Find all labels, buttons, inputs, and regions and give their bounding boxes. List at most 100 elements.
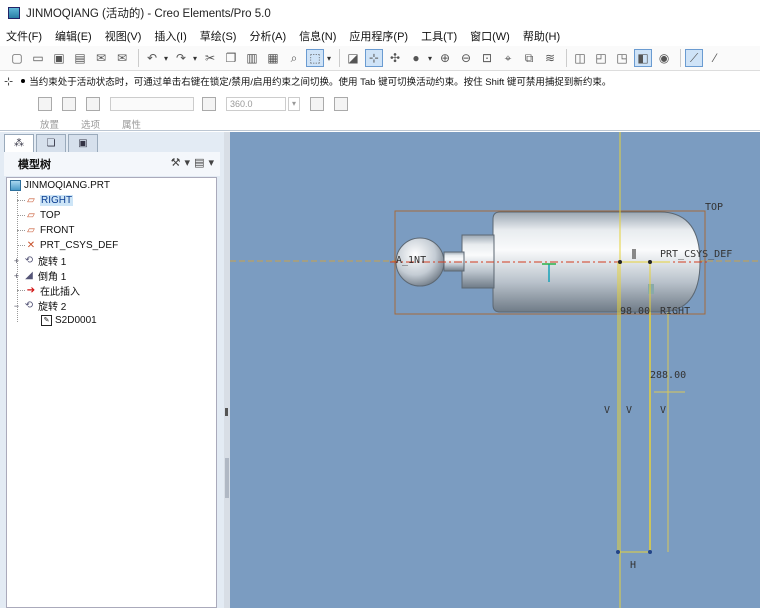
shading-dropdown-icon[interactable]: ▾ <box>428 54 432 63</box>
splitter-grip-icon[interactable] <box>225 408 228 416</box>
model-tree-tools: ⚒ ▾ ▤ ▾ <box>167 156 214 169</box>
menu-view[interactable]: 视图(V) <box>105 28 142 44</box>
favorites-tab-icon[interactable]: ▣ <box>68 134 98 152</box>
tree-item-right[interactable]: ▱ RIGHT <box>25 193 74 208</box>
axis-collector-input[interactable] <box>110 97 194 111</box>
datum-axis-icon[interactable]: ⁄ <box>706 49 724 67</box>
redo-dropdown-icon[interactable]: ▾ <box>193 54 197 63</box>
no-hidden-icon[interactable]: ◳ <box>613 49 631 67</box>
paste-special-icon[interactable]: ▦ <box>264 49 282 67</box>
show-icon[interactable]: ▤ <box>194 156 204 169</box>
angle-type-icon[interactable] <box>202 97 216 111</box>
email-link-icon[interactable]: ✉ <box>113 49 131 67</box>
zoom-in-icon[interactable]: ⊕ <box>436 49 454 67</box>
message-line: ⊹ 当约束处于活动状态时，可通过单击右键在锁定/禁用/启用约束之间切换。使用 T… <box>4 73 754 89</box>
layers-icon[interactable]: ≋ <box>541 49 559 67</box>
cut-icon[interactable]: ✂ <box>201 49 219 67</box>
settings-icon[interactable]: ⚒ <box>171 156 181 169</box>
open-file-icon[interactable]: ▭ <box>29 49 47 67</box>
display-style-icon[interactable]: ◉ <box>655 49 673 67</box>
redo-icon[interactable]: ↷ <box>172 49 190 67</box>
sketch-point <box>618 260 622 264</box>
splitter-knob[interactable] <box>225 458 229 498</box>
orient-icon[interactable]: ⌖ <box>499 49 517 67</box>
model-tree: JINMOQIANG.PRT ▱ RIGHT ▱ TOP ▱ FRONT ✕ P… <box>6 177 217 608</box>
thicken-icon[interactable] <box>334 97 348 111</box>
tree-item-revolve-1[interactable]: + ⟲ 旋转 1 <box>12 253 66 268</box>
tree-item-label: JINMOQIANG.PRT <box>24 180 110 191</box>
menu-file[interactable]: 文件(F) <box>6 28 42 44</box>
horizontal-constraint: H <box>630 560 636 571</box>
menu-help[interactable]: 帮助(H) <box>523 28 560 44</box>
model-canvas[interactable]: TOP PRT_CSYS_DEF A_1NT 98.00 RIGHT 288.0… <box>230 132 760 608</box>
tree-item-revolve-2[interactable]: − ⟲ 旋转 2 <box>12 298 66 313</box>
refit-icon[interactable]: ⊡ <box>478 49 496 67</box>
tree-item-insert-here[interactable]: ➔ 在此插入 <box>25 283 80 298</box>
undo-dropdown-icon[interactable]: ▾ <box>164 54 168 63</box>
tab-properties[interactable]: 属性 <box>122 117 141 131</box>
model-tree-header: 模型树 ⚒ ▾ ▤ ▾ <box>4 152 220 176</box>
angle-value-field[interactable]: 360.0 <box>226 97 286 111</box>
find-icon[interactable]: ⌕ <box>285 49 303 67</box>
tab-options[interactable]: 选项 <box>81 117 100 131</box>
menu-analysis[interactable]: 分析(A) <box>249 28 286 44</box>
select-box-icon[interactable]: ⬚ <box>306 49 325 67</box>
tree-item-csys[interactable]: ✕ PRT_CSYS_DEF <box>25 238 118 253</box>
tree-connector <box>17 215 25 216</box>
datum-plane-icon[interactable]: ⟋ <box>685 49 704 67</box>
tree-item-front[interactable]: ▱ FRONT <box>25 223 74 238</box>
main-toolbar: ▢ ▭ ▣ ▤ ✉ ✉ ↶ ▾ ↷ ▾ ✂ ❐ ▥ ▦ ⌕ ⬚ ▾ ◪ ⊹ ✣ … <box>0 46 760 71</box>
menu-tools[interactable]: 工具(T) <box>421 28 457 44</box>
vertical-constraint: V <box>626 405 632 416</box>
axis-label: A_1NT <box>396 255 426 266</box>
wireframe-icon[interactable]: ◫ <box>571 49 589 67</box>
insert-here-icon: ➔ <box>26 285 36 296</box>
datum-icon[interactable]: ✣ <box>386 49 404 67</box>
shading-icon[interactable]: ● <box>407 49 425 67</box>
expand-icon[interactable]: + <box>12 256 21 266</box>
menu-applications[interactable]: 应用程序(P) <box>349 28 408 44</box>
solid-icon[interactable] <box>38 97 52 111</box>
folder-browser-tab-icon[interactable]: ❏ <box>36 134 66 152</box>
tab-placement[interactable]: 放置 <box>40 117 59 131</box>
show-dropdown-icon[interactable]: ▾ <box>208 156 214 169</box>
menu-bar: 文件(F) 编辑(E) 视图(V) 插入(I) 草绘(S) 分析(A) 信息(N… <box>0 26 760 46</box>
sketch-point <box>648 260 652 264</box>
menu-insert[interactable]: 插入(I) <box>154 28 186 44</box>
collapse-icon[interactable]: − <box>12 301 21 311</box>
menu-edit[interactable]: 编辑(E) <box>55 28 92 44</box>
surface-icon[interactable] <box>62 97 76 111</box>
constraint-icon[interactable]: ⊹ <box>365 49 384 67</box>
email-icon[interactable]: ✉ <box>92 49 110 67</box>
menu-window[interactable]: 窗口(W) <box>470 28 510 44</box>
zoom-out-icon[interactable]: ⊖ <box>457 49 475 67</box>
print-icon[interactable]: ▤ <box>71 49 89 67</box>
copy-icon[interactable]: ❐ <box>222 49 240 67</box>
settings-dropdown-icon[interactable]: ▾ <box>185 156 191 169</box>
tree-connector <box>17 200 25 201</box>
paste-icon[interactable]: ▥ <box>243 49 261 67</box>
vertical-constraint: V <box>660 405 666 416</box>
menu-info[interactable]: 信息(N) <box>299 28 336 44</box>
tree-item-top[interactable]: ▱ TOP <box>25 208 60 223</box>
sketch-icon[interactable]: ◪ <box>344 49 362 67</box>
tree-item-chamfer-1[interactable]: + ◢ 倒角 1 <box>12 268 66 283</box>
shaded-icon[interactable]: ◧ <box>634 49 653 67</box>
menu-sketch[interactable]: 草绘(S) <box>200 28 237 44</box>
view-manager-icon[interactable]: ⧉ <box>520 49 538 67</box>
angle-dropdown-icon[interactable]: ▾ <box>288 97 300 111</box>
tree-item-sketch[interactable]: ✎ S2D0001 <box>41 313 97 328</box>
select-dropdown-icon[interactable]: ▾ <box>327 54 331 63</box>
model-tree-tab-icon[interactable]: ⁂ <box>4 134 34 152</box>
tree-item-part[interactable]: JINMOQIANG.PRT <box>10 178 110 193</box>
graphics-window[interactable]: TOP PRT_CSYS_DEF A_1NT 98.00 RIGHT 288.0… <box>230 132 760 608</box>
new-file-icon[interactable]: ▢ <box>8 49 26 67</box>
undo-icon[interactable]: ↶ <box>143 49 161 67</box>
save-icon[interactable]: ▣ <box>50 49 68 67</box>
datum-plane-icon: ▱ <box>27 195 35 206</box>
flip-direction-icon[interactable] <box>310 97 324 111</box>
expand-icon[interactable]: + <box>12 271 21 281</box>
hidden-line-icon[interactable]: ◰ <box>592 49 610 67</box>
revolve-axis-icon[interactable] <box>86 97 100 111</box>
chamfer-icon: ◢ <box>25 270 33 281</box>
